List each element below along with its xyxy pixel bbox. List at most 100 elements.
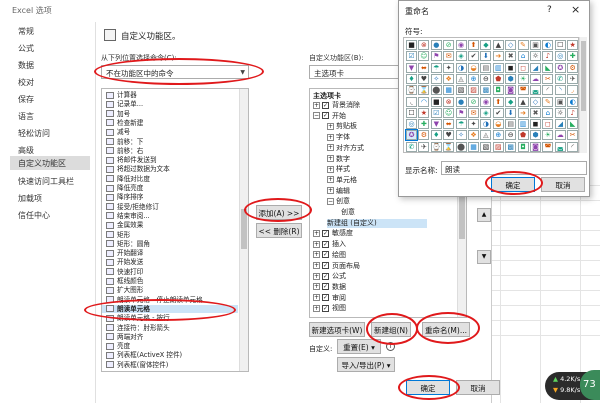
symbol-icon[interactable]: ★ [418,107,430,118]
checkbox[interactable]: ✓ [322,283,329,291]
symbol-icon[interactable]: ◻ [517,62,529,73]
symbol-icon[interactable]: ◬ [455,73,467,84]
command-item[interactable]: 列表框(ActiveX 控件) [106,351,242,359]
symbol-icon[interactable]: ☼ [554,107,566,118]
command-item[interactable]: 前移：右 [106,147,242,155]
command-item[interactable]: 接受/拒绝修订 [106,203,242,211]
tree-item[interactable]: + 样式 [327,165,350,174]
symbol-grid[interactable]: ■ ⊗ ● ⊘ ◉ ⬆ ◆ ▲ ◇ ✎ ▣ ◐ ☐ ★ ☑ ☺ ⚑ ✉ ◈ ✔ ⬇ ➜ ✖ ⌂ ☼ ♪ ◎ ✚ ▼ ⬌ ☂ ✦ ◑ ◒ ▤ ▥ ◼ ◻ ◢ ◣… [403,37,579,153]
symbol-icon[interactable]: ◜ [542,85,554,96]
command-item[interactable]: 记录单... [106,100,242,108]
symbol-icon[interactable]: ◆ [505,96,517,107]
command-item[interactable]: 朗读单元格 [102,304,238,313]
symbol-icon[interactable]: ◚ [517,85,529,96]
command-item[interactable]: 检查新建 [106,119,242,127]
symbol-icon[interactable]: ● [455,96,467,107]
symbol-icon[interactable]: ◆ [480,40,492,50]
tree-item[interactable]: + 编辑 [327,187,350,196]
symbol-icon[interactable]: ◟ [406,96,417,107]
symbol-icon[interactable]: ⌛ [418,85,430,96]
symbol-icon[interactable]: ⊘ [468,96,479,107]
symbol-icon[interactable]: ◒ [468,62,479,73]
tree-item[interactable]: + 数字 [327,155,350,164]
symbol-icon[interactable]: ◛ [554,141,566,152]
add-button[interactable]: 添加(A) >> [256,205,302,220]
symbol-icon[interactable]: ✦ [468,119,479,130]
options-ok-button[interactable]: 确定 [406,380,450,395]
symbol-icon[interactable]: ◢ [530,62,541,73]
symbol-icon[interactable]: ☑ [406,51,417,62]
nav-data[interactable]: 数据 [18,60,34,71]
symbol-icon[interactable]: ⊘ [443,40,455,50]
expand-icon[interactable]: + [327,155,334,162]
symbol-icon[interactable]: ◻ [542,119,554,130]
move-down-button[interactable]: ▼ [477,250,491,264]
checkbox[interactable]: ✓ [322,304,329,312]
symbol-icon[interactable]: ⊖ [505,130,517,141]
nav-advanced[interactable]: 高级 [18,145,34,156]
symbol-icon[interactable]: ✈ [567,73,578,84]
tree-item[interactable]: − 创意 [327,197,350,206]
command-item[interactable]: 矩形 [106,231,242,239]
symbol-icon[interactable]: ⬢ [505,73,517,84]
expand-icon[interactable]: + [313,304,320,312]
rename-cancel-button[interactable]: 取消 [541,177,585,192]
symbol-icon[interactable]: ✚ [418,119,430,130]
symbol-icon[interactable]: ◐ [567,96,578,107]
symbol-icon[interactable]: ⌂ [542,107,554,118]
expand-icon[interactable]: + [313,294,320,302]
tree-item[interactable]: + ✓ 审阅 [313,294,346,303]
symbol-icon[interactable]: ◘ [492,85,504,96]
symbol-icon[interactable]: ☐ [554,40,566,50]
symbol-icon[interactable]: ▲ [517,96,529,107]
command-item[interactable]: 将超过数据为文本 [106,165,242,173]
symbol-icon[interactable]: ✂ [567,130,578,141]
symbol-icon[interactable]: ◣ [542,62,554,73]
command-item[interactable]: 计算器 [106,91,242,99]
display-name-input[interactable]: 朗读 [441,161,587,175]
symbol-icon[interactable]: ◒ [492,119,504,130]
close-icon[interactable]: × [571,3,580,16]
symbol-icon[interactable]: ▧ [455,85,467,96]
symbol-icon[interactable]: ☁ [530,73,541,84]
symbol-icon[interactable]: ☑ [430,107,442,118]
symbol-icon[interactable]: ✖ [530,107,541,118]
expand-icon[interactable]: + [327,165,334,173]
checkbox[interactable]: ✓ [322,272,329,280]
symbol-icon[interactable]: ✎ [517,40,529,50]
expand-icon[interactable]: + [327,176,334,184]
command-item[interactable]: 列表框(窗体控件) [106,361,242,369]
tree-item[interactable]: + ✓ 数据 [313,283,346,292]
symbol-icon[interactable]: ◬ [480,130,492,141]
symbol-icon[interactable]: ♥ [418,73,430,84]
symbol-icon[interactable]: ⊕ [492,130,504,141]
symbol-icon[interactable]: ▥ [492,62,504,73]
expand-icon[interactable]: + [327,122,334,130]
symbol-icon[interactable]: ▣ [554,96,566,107]
help-icon[interactable]: ? [547,5,552,15]
commands-scrollbar[interactable] [239,89,248,371]
symbol-icon[interactable]: ☀ [542,130,554,141]
command-item[interactable]: 快速打印 [106,268,242,276]
symbol-icon[interactable]: ✈ [418,141,430,152]
symbol-icon[interactable]: ☁ [554,130,566,141]
commands-list[interactable]: 计算器 记录单... 加号 检查新建 减号 前移：下 前移：右 将邮件发送到 将超过数据为文本降… [101,88,249,372]
symbol-icon[interactable]: ▼ [406,62,417,73]
checkbox[interactable]: ✓ [322,240,329,248]
symbol-icon[interactable]: ☐ [406,107,417,118]
symbol-icon[interactable]: ⬆ [492,96,504,107]
symbol-icon[interactable]: ◐ [542,40,554,50]
symbol-icon[interactable]: ● [430,40,442,50]
expand-icon[interactable]: + [313,101,320,109]
symbol-icon[interactable]: ✔ [468,51,479,62]
symbol-icon[interactable]: ★ [567,40,578,50]
symbol-icon[interactable]: ◚ [542,141,554,152]
command-item[interactable]: 金属效果 [106,221,242,229]
symbol-icon[interactable]: ⚙ [567,62,578,73]
nav-addins[interactable]: 加载项 [18,193,42,204]
symbol-scrollbar[interactable] [579,37,587,153]
symbol-icon[interactable]: ☺ [418,51,430,62]
tree-item[interactable]: 创意 [341,208,355,217]
expand-icon[interactable]: + [327,187,334,195]
symbol-icon[interactable]: ☀ [517,73,529,84]
